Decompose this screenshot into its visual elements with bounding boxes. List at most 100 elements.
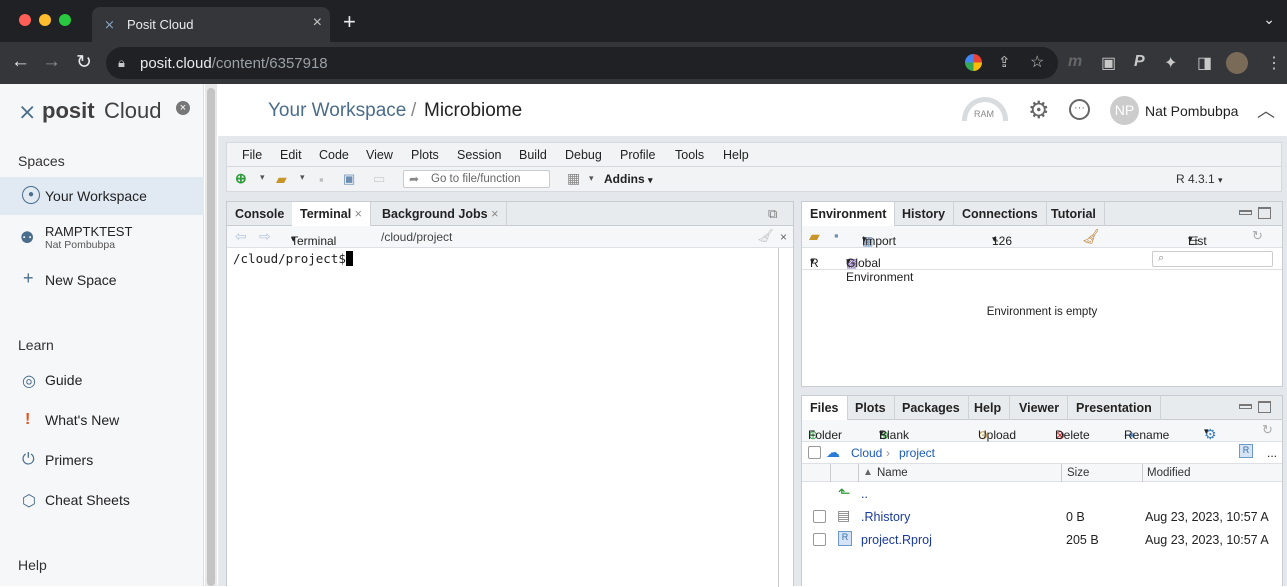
file-name[interactable]: .. (861, 487, 868, 501)
file-name[interactable]: .Rhistory (861, 510, 910, 524)
layout-dropdown-icon[interactable]: ▾ (589, 173, 594, 184)
new-file-icon[interactable]: ⊕ (235, 170, 247, 187)
menu-edit[interactable]: Edit (280, 148, 302, 162)
table-row[interactable]: R project.Rproj 205 B Aug 23, 2023, 10:5… (802, 528, 1282, 551)
sidebar-item-your-workspace[interactable]: ● Your Workspace (0, 177, 204, 215)
share-icon[interactable]: ⇪ (998, 53, 1011, 71)
file-name[interactable]: project.Rproj (861, 533, 932, 547)
tab-viewer[interactable]: Viewer (1011, 396, 1069, 420)
tab-search-icon[interactable]: ⌄ (1263, 11, 1275, 28)
ram-gauge[interactable]: RAM (962, 97, 1008, 121)
sidebar-item-cheat-sheets[interactable]: ⬡ Cheat Sheets (0, 481, 204, 519)
clear-environment-icon[interactable]: 🧹︎ (1082, 228, 1100, 245)
save-icon[interactable]: ▪ (319, 172, 324, 187)
grid-layout-icon[interactable]: ▦ (567, 170, 580, 187)
settings-gear-icon[interactable]: ⚙ (1028, 96, 1050, 125)
environment-search-input[interactable]: ⌕ (1152, 251, 1273, 267)
go-to-file-input[interactable]: ➦ Go to file/function (403, 170, 550, 188)
minimize-pane-icon[interactable] (1239, 210, 1252, 215)
select-all-checkbox[interactable] (808, 446, 821, 459)
next-terminal-icon[interactable]: ⇨ (259, 228, 271, 245)
back-icon[interactable]: ← (11, 51, 30, 73)
tab-packages[interactable]: Packages (894, 396, 969, 420)
menu-tools[interactable]: Tools (675, 148, 704, 162)
tab-environment[interactable]: Environment (802, 202, 896, 227)
menu-view[interactable]: View (366, 148, 393, 162)
menu-help[interactable]: Help (723, 148, 749, 162)
breadcrumb-workspace[interactable]: Your Workspace (268, 100, 406, 122)
more-options-icon[interactable]: ··· (1069, 99, 1090, 120)
close-terminal-icon[interactable]: × (780, 230, 787, 244)
addins-button[interactable]: Addins ▾ (604, 172, 653, 186)
open-dropdown-icon[interactable]: ▾ (300, 172, 305, 183)
terminal-output[interactable]: /cloud/project$ (227, 248, 779, 587)
tab-files[interactable]: Files (802, 396, 848, 421)
close-sidebar-icon[interactable]: × (176, 101, 190, 115)
collapse-header-icon[interactable]: ︿ (1257, 97, 1275, 123)
scrollbar-thumb[interactable] (207, 88, 215, 586)
column-modified[interactable]: Modified (1147, 467, 1190, 479)
maximize-pane-icon[interactable] (1258, 401, 1271, 413)
close-jobs-tab-icon[interactable]: × (491, 207, 498, 221)
new-tab-icon[interactable]: + (343, 9, 356, 35)
clear-terminal-icon[interactable]: 🧹︎ (757, 228, 774, 244)
tab-background-jobs[interactable]: Background Jobs × (374, 202, 508, 226)
tab-terminal[interactable]: Terminal × (292, 202, 371, 227)
menu-debug[interactable]: Debug (565, 148, 602, 162)
column-size[interactable]: Size (1067, 467, 1089, 479)
close-tab-icon[interactable]: × (313, 14, 322, 32)
print-icon[interactable]: ▭ (373, 171, 385, 187)
minimize-pane-icon[interactable] (1239, 404, 1252, 409)
extension-p-icon[interactable]: P (1134, 53, 1145, 71)
side-panel-icon[interactable]: ◨ (1197, 53, 1212, 73)
address-bar[interactable]: 🔒︎ posit.cloud/content/6357918 ⇪ ☆ (106, 47, 1058, 79)
minimize-window-button[interactable] (39, 14, 51, 26)
sidebar-item-new-space[interactable]: + New Space (0, 261, 204, 299)
avatar[interactable]: NP (1110, 96, 1139, 125)
user-name[interactable]: Nat Pombubpa (1145, 103, 1238, 119)
menu-plots[interactable]: Plots (411, 148, 439, 162)
r-version-select[interactable]: R 4.3.1 ▾ (1176, 172, 1223, 186)
extensions-puzzle-icon[interactable]: ✦ (1164, 53, 1177, 73)
sidebar-item-guide[interactable]: ◎ Guide (0, 361, 204, 399)
refresh-environment-icon[interactable]: ↻ (1252, 228, 1263, 244)
table-row[interactable]: ⬑ .. (802, 482, 1282, 505)
sidebar-item-ramptktest[interactable]: ⚉ RAMPTKTEST Nat Pombubpa (0, 219, 204, 257)
row-checkbox[interactable] (813, 533, 826, 546)
breadcrumb-project[interactable]: project (899, 446, 935, 460)
tab-help[interactable]: Help (966, 396, 1011, 420)
browser-menu-icon[interactable]: ⋮ (1266, 53, 1282, 73)
sidebar-item-whats-new[interactable]: ! What's New (0, 401, 204, 439)
more-path-button[interactable]: ... (1267, 446, 1277, 460)
open-folder-icon[interactable]: ▰ (276, 171, 287, 188)
tab-console[interactable]: Console (227, 202, 294, 226)
tab-presentation[interactable]: Presentation (1068, 396, 1161, 420)
extension-box-icon[interactable]: ▣ (1101, 53, 1116, 73)
close-terminal-tab-icon[interactable]: × (355, 207, 362, 221)
browser-tab[interactable]: ⨯ Posit Cloud × (92, 7, 330, 42)
sidebar-scrollbar[interactable] (205, 84, 217, 586)
profile-avatar-icon[interactable] (1226, 52, 1248, 74)
google-icon[interactable] (965, 54, 982, 71)
rproj-icon[interactable]: R (1239, 444, 1253, 458)
maximize-window-button[interactable] (59, 14, 71, 26)
maximize-pane-icon[interactable]: ⧉ (768, 206, 777, 222)
menu-file[interactable]: File (242, 148, 262, 162)
column-name[interactable]: Name (877, 467, 908, 479)
extension-m-icon[interactable]: m (1068, 53, 1082, 71)
new-file-dropdown-icon[interactable]: ▾ (260, 172, 265, 183)
menu-profile[interactable]: Profile (620, 148, 655, 162)
tab-plots[interactable]: Plots (847, 396, 895, 420)
close-window-button[interactable] (19, 14, 31, 26)
save-all-icon[interactable]: ▣ (343, 171, 355, 187)
reload-icon[interactable]: ↻ (76, 51, 92, 74)
menu-session[interactable]: Session (457, 148, 501, 162)
save-workspace-icon[interactable]: ▪ (834, 228, 839, 243)
forward-icon[interactable]: → (42, 51, 61, 73)
table-row[interactable]: ▤ .Rhistory 0 B Aug 23, 2023, 10:57 A (802, 505, 1282, 528)
row-checkbox[interactable] (813, 510, 826, 523)
load-workspace-icon[interactable]: ▰ (809, 228, 820, 245)
sort-ascending-icon[interactable]: ▲ (863, 467, 873, 478)
maximize-pane-icon[interactable] (1258, 207, 1271, 219)
menu-build[interactable]: Build (519, 148, 547, 162)
